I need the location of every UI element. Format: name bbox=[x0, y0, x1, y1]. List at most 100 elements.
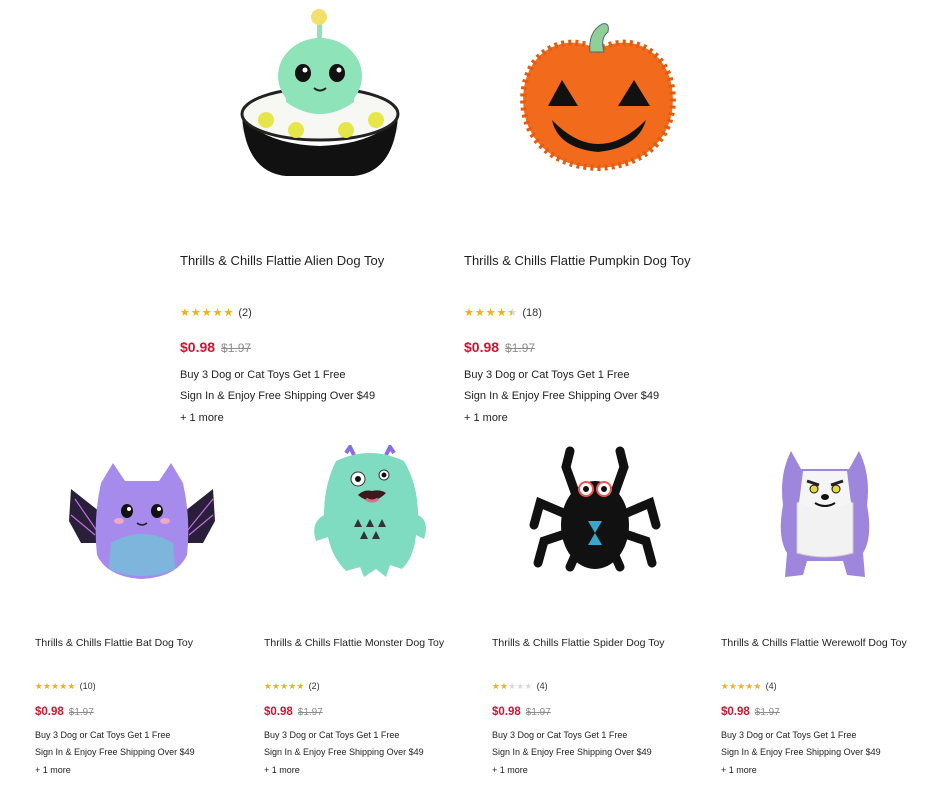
star-icon: ★★ bbox=[500, 680, 508, 691]
promo-message[interactable]: Buy 3 Dog or Cat Toys Get 1 Free bbox=[721, 730, 856, 740]
monster-toy-image[interactable] bbox=[306, 445, 434, 579]
product-title[interactable]: Thrills & Chills Flattie Werewolf Dog To… bbox=[721, 637, 907, 649]
star-icon: ★★ bbox=[496, 306, 507, 319]
sale-price: $0.98 bbox=[264, 706, 293, 718]
star-rating: ★★★★★★★★★★ bbox=[464, 306, 518, 319]
price: $0.98 $1.97 bbox=[180, 339, 251, 355]
more-promos-link[interactable]: + 1 more bbox=[721, 765, 757, 775]
original-price: $1.97 bbox=[525, 707, 551, 718]
product-title[interactable]: Thrills & Chills Flattie Monster Dog Toy bbox=[264, 637, 444, 649]
original-price: $1.97 bbox=[68, 707, 94, 718]
product-title[interactable]: Thrills & Chills Flattie Pumpkin Dog Toy bbox=[464, 253, 691, 268]
promo-message[interactable]: Sign In & Enjoy Free Shipping Over $49 bbox=[180, 390, 375, 402]
sale-price: $0.98 bbox=[464, 339, 500, 355]
star-icon: ★★ bbox=[474, 306, 485, 319]
star-icon: ★★ bbox=[280, 680, 288, 691]
promo-message[interactable]: Sign In & Enjoy Free Shipping Over $49 bbox=[264, 747, 424, 757]
rating[interactable]: ★ ★ ★ ★ ★ ★ ★ ★ ★ ★ (10) bbox=[35, 681, 96, 691]
original-price: $1.97 bbox=[221, 341, 252, 355]
product-card[interactable]: Thrills & Chills Flattie Monster Dog Toy… bbox=[264, 445, 474, 780]
review-count: (18) bbox=[522, 307, 542, 319]
review-count: (4) bbox=[536, 681, 548, 691]
star-rating: ★★★★★★★★★★ bbox=[180, 306, 234, 319]
star-icon: ★★ bbox=[485, 306, 496, 319]
rating[interactable]: ★ ★ ★ ★ ★ ★ ★ ★ ★ ★ (2) bbox=[180, 307, 252, 319]
star-icon: ★★ bbox=[201, 306, 212, 319]
rating[interactable]: ★★★★★★★★★★ (4) bbox=[492, 681, 548, 691]
star-icon: ★★ bbox=[43, 680, 51, 691]
star-icon: ★★ bbox=[59, 680, 67, 691]
star-icon: ★★ bbox=[180, 306, 190, 319]
star-icon: ★★ bbox=[737, 680, 745, 691]
promo-message[interactable]: Buy 3 Dog or Cat Toys Get 1 Free bbox=[264, 730, 399, 740]
star-rating: ★★★★★★★★★★ bbox=[264, 682, 305, 691]
spider-toy-image[interactable] bbox=[526, 445, 664, 579]
star-icon: ★★ bbox=[190, 306, 201, 319]
promo-message[interactable]: Buy 3 Dog or Cat Toys Get 1 Free bbox=[35, 730, 170, 740]
promo-message[interactable]: Buy 3 Dog or Cat Toys Get 1 Free bbox=[492, 730, 627, 740]
product-card[interactable]: Thrills & Chills Flattie Bat Dog Toy ★ ★ ★… bbox=[35, 445, 245, 780]
star-icon: ★★ bbox=[524, 680, 533, 691]
sale-price: $0.98 bbox=[180, 339, 216, 355]
star-icon: ★★ bbox=[745, 680, 753, 691]
star-icon: ★★ bbox=[721, 680, 729, 691]
price: $0.98 $1.97 bbox=[35, 706, 94, 718]
product-title[interactable]: Thrills & Chills Flattie Alien Dog Toy bbox=[180, 253, 384, 268]
more-promos-link[interactable]: + 1 more bbox=[180, 412, 224, 424]
product-title[interactable]: Thrills & Chills Flattie Spider Dog Toy bbox=[492, 637, 665, 649]
product-card[interactable]: Thrills & Chills Flattie Spider Dog Toy … bbox=[492, 445, 702, 780]
review-count: (2) bbox=[238, 307, 252, 319]
star-icon: ★★ bbox=[272, 680, 280, 691]
promo-message[interactable]: Buy 3 Dog or Cat Toys Get 1 Free bbox=[180, 369, 345, 381]
sale-price: $0.98 bbox=[721, 706, 750, 718]
review-count: (4) bbox=[765, 681, 777, 691]
rating[interactable]: ★★★★★★★★★★ (18) bbox=[464, 307, 542, 319]
original-price: $1.97 bbox=[754, 707, 780, 718]
rating[interactable]: ★ ★ ★ ★ ★ ★ ★ ★ ★ ★ (2) bbox=[264, 681, 320, 691]
promo-message[interactable]: Sign In & Enjoy Free Shipping Over $49 bbox=[464, 390, 659, 402]
alien-toy-image[interactable] bbox=[226, 4, 416, 194]
more-promos-link[interactable]: + 1 more bbox=[35, 765, 71, 775]
original-price: $1.97 bbox=[297, 707, 323, 718]
star-icon: ★★ bbox=[729, 680, 737, 691]
pumpkin-toy-image[interactable] bbox=[518, 18, 678, 188]
rating[interactable]: ★★★★★★★★★★ (4) bbox=[721, 681, 777, 691]
promo-message[interactable]: Buy 3 Dog or Cat Toys Get 1 Free bbox=[464, 369, 629, 381]
star-icon: ★★ bbox=[67, 680, 76, 691]
product-card[interactable]: Thrills & Chills Flattie Alien Dog Toy ★… bbox=[180, 0, 440, 430]
sale-price: $0.98 bbox=[35, 706, 64, 718]
star-rating: ★★★★★★★★★★ bbox=[492, 682, 533, 691]
price: $0.98 $1.97 bbox=[492, 706, 551, 718]
star-icon: ★★ bbox=[223, 306, 234, 319]
more-promos-link[interactable]: + 1 more bbox=[264, 765, 300, 775]
product-card[interactable]: Thrills & Chills Flattie Werewolf Dog To… bbox=[721, 445, 931, 780]
price: $0.98 $1.97 bbox=[464, 339, 535, 355]
original-price: $1.97 bbox=[505, 341, 536, 355]
star-icon: ★★ bbox=[35, 680, 43, 691]
werewolf-toy-image[interactable] bbox=[777, 445, 873, 583]
star-icon: ★★ bbox=[264, 680, 272, 691]
star-icon: ★★ bbox=[507, 306, 518, 319]
star-icon: ★★ bbox=[212, 306, 223, 319]
product-title[interactable]: Thrills & Chills Flattie Bat Dog Toy bbox=[35, 637, 193, 649]
promo-message[interactable]: Sign In & Enjoy Free Shipping Over $49 bbox=[492, 747, 652, 757]
more-promos-link[interactable]: + 1 more bbox=[464, 412, 508, 424]
bat-toy-image[interactable] bbox=[67, 459, 217, 587]
more-promos-link[interactable]: + 1 more bbox=[492, 765, 528, 775]
review-count: (10) bbox=[79, 681, 96, 691]
star-icon: ★★ bbox=[508, 680, 516, 691]
price: $0.98 $1.97 bbox=[721, 706, 780, 718]
star-icon: ★★ bbox=[51, 680, 59, 691]
star-icon: ★★ bbox=[492, 680, 500, 691]
promo-message[interactable]: Sign In & Enjoy Free Shipping Over $49 bbox=[35, 747, 195, 757]
star-icon: ★★ bbox=[288, 680, 296, 691]
star-icon: ★★ bbox=[464, 306, 474, 319]
review-count: (2) bbox=[308, 681, 320, 691]
star-rating: ★★★★★★★★★★ bbox=[721, 682, 762, 691]
star-rating: ★★★★★★★★★★ bbox=[35, 682, 76, 691]
product-card[interactable]: Thrills & Chills Flattie Pumpkin Dog Toy… bbox=[464, 0, 724, 430]
star-icon: ★★ bbox=[516, 680, 524, 691]
sale-price: $0.98 bbox=[492, 706, 521, 718]
promo-message[interactable]: Sign In & Enjoy Free Shipping Over $49 bbox=[721, 747, 881, 757]
star-icon: ★★ bbox=[753, 680, 762, 691]
